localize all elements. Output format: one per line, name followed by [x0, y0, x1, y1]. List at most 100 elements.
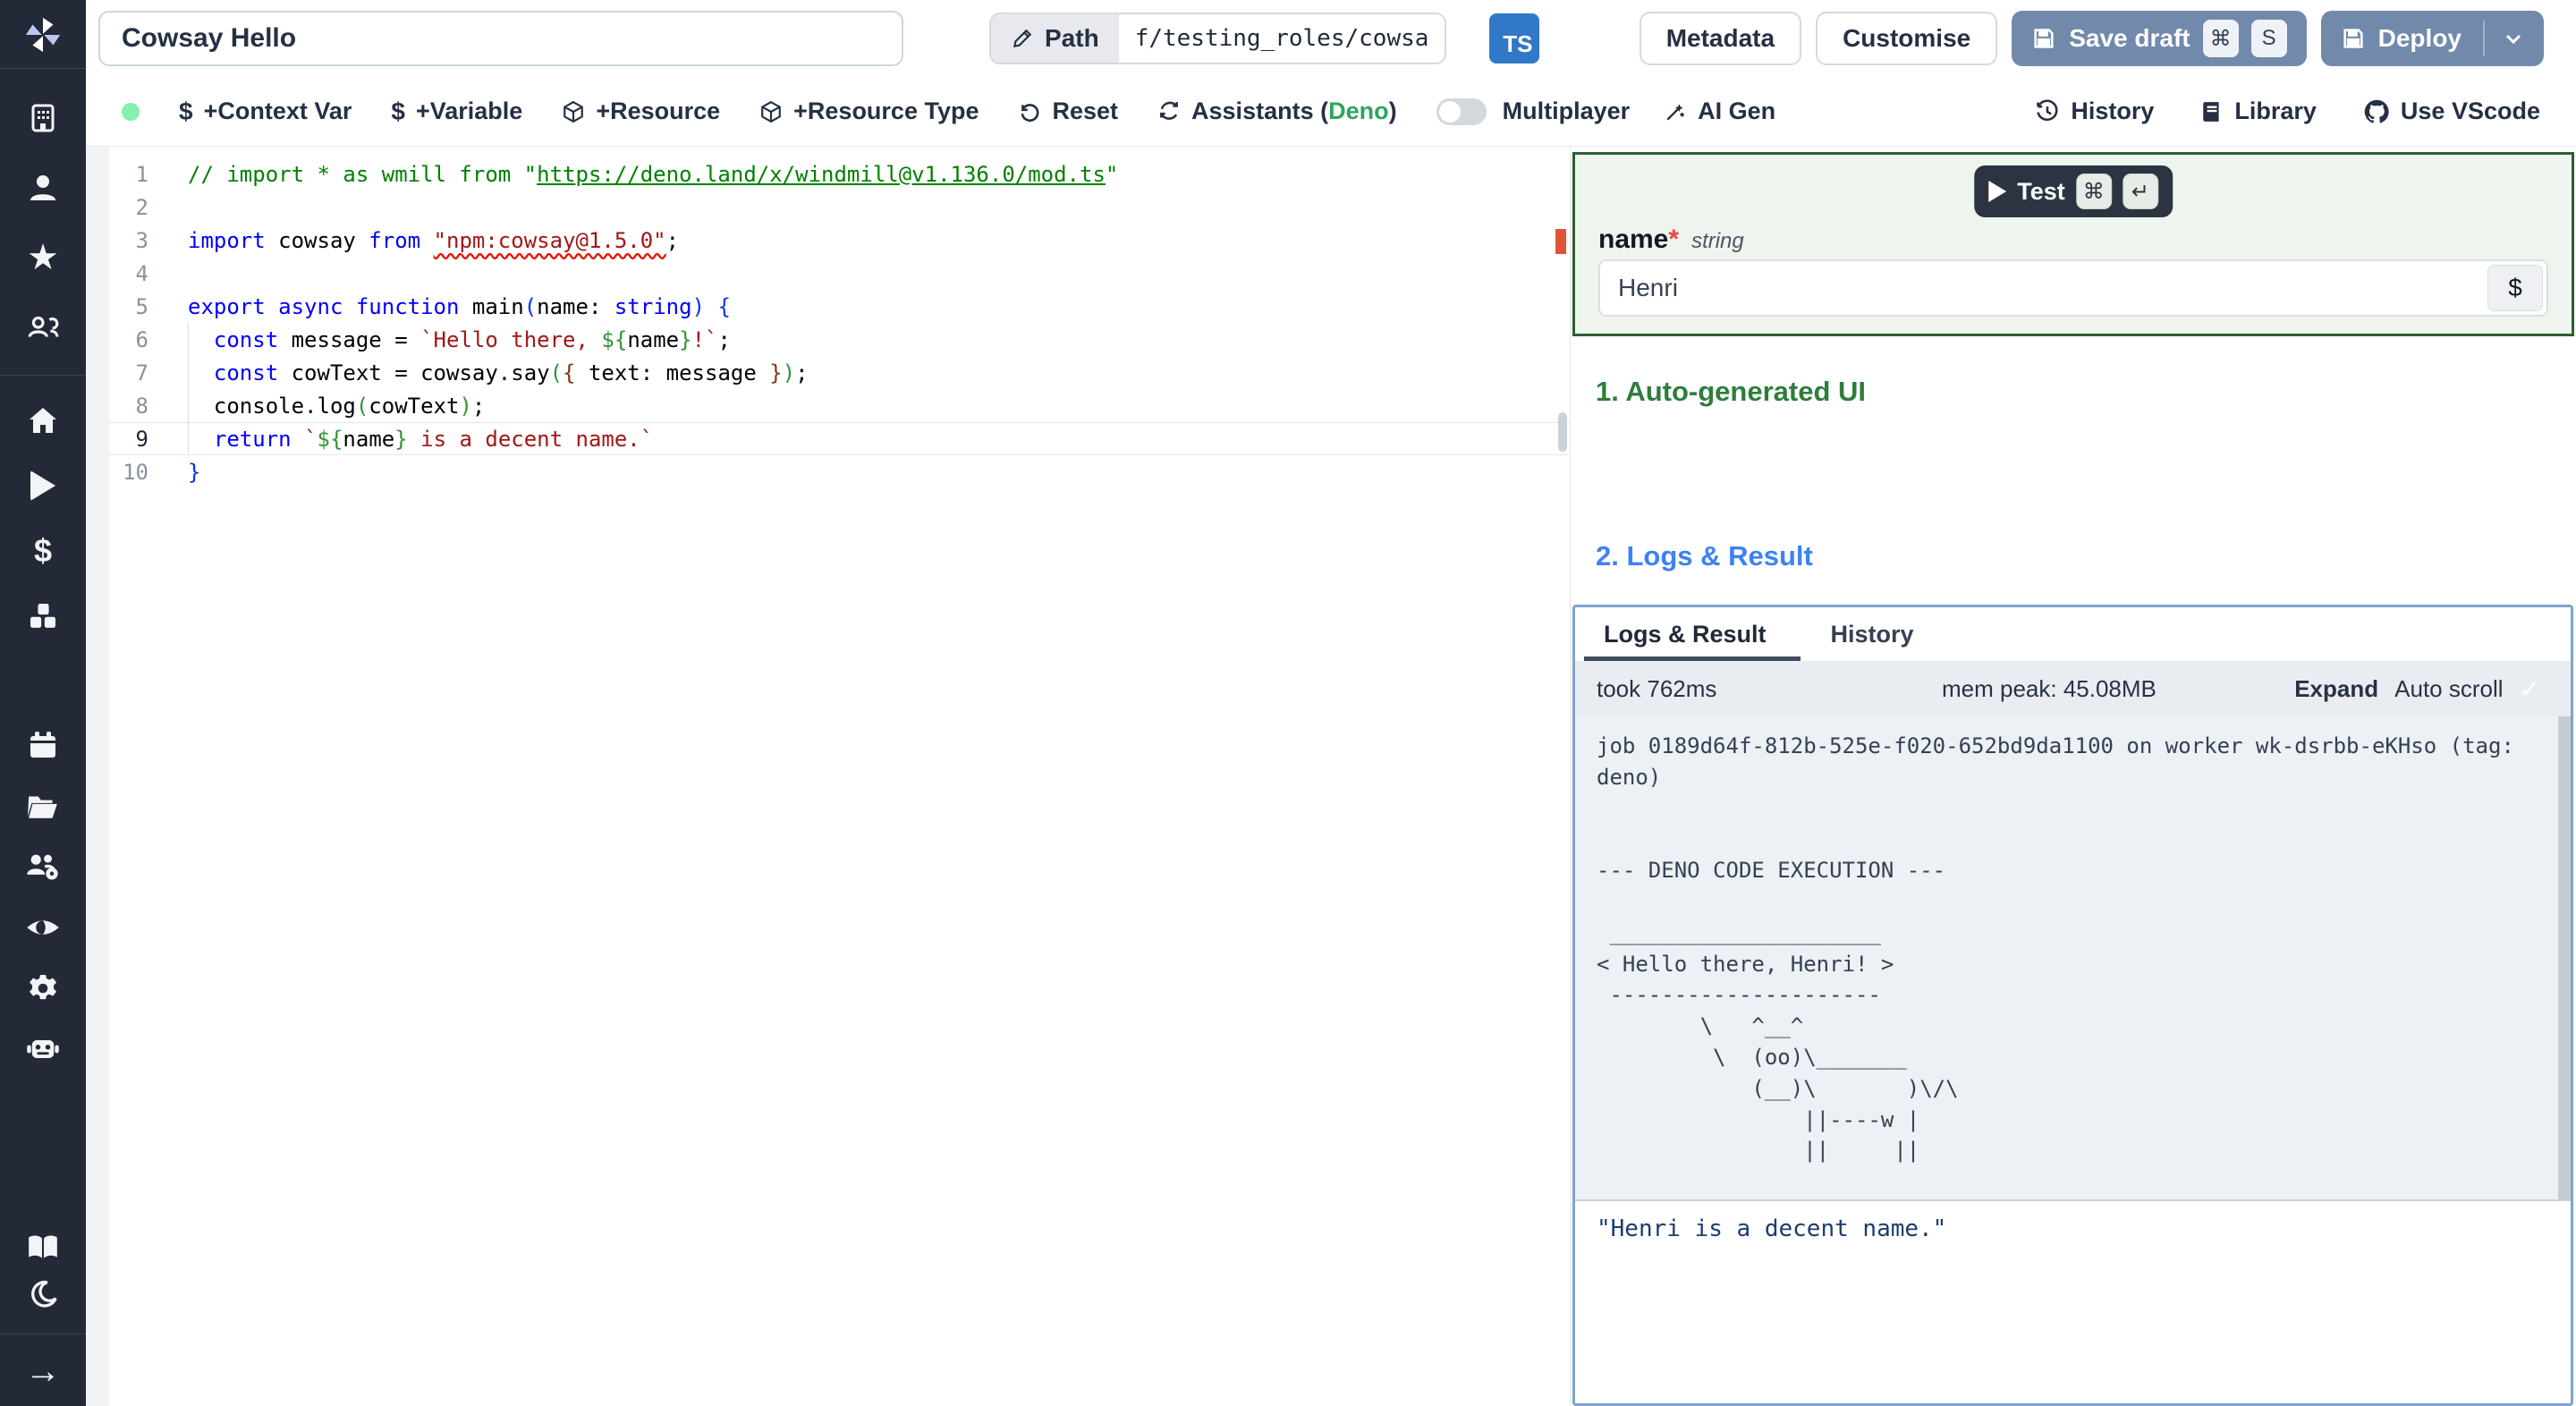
code-line[interactable]: 6 const message = `Hello there, ${name}!…: [109, 323, 1570, 356]
sidebar-group-workspace: ★: [0, 69, 86, 348]
docs-icon[interactable]: [0, 1226, 86, 1267]
audit-logs-icon[interactable]: [0, 907, 86, 948]
ai-gen-button[interactable]: AI Gen: [1664, 97, 1775, 125]
deploy-split-divider: [2483, 21, 2485, 56]
code-text: import cowsay from "npm:cowsay@1.5.0";: [188, 227, 680, 253]
script-title-input[interactable]: [98, 11, 903, 66]
code-text: const message = `Hello there, ${name}!`;: [213, 326, 731, 352]
enter-key: ↵: [2122, 174, 2158, 209]
topbar-actions: Metadata Customise Save draft ⌘ S Deploy: [1639, 11, 2544, 66]
line-number: 8: [135, 393, 148, 419]
customise-button[interactable]: Customise: [1816, 12, 1998, 65]
user-icon[interactable]: [0, 167, 86, 208]
name-input[interactable]: [1600, 261, 2484, 315]
line-number: 1: [135, 161, 148, 187]
app: ★ $ → Cowsay Hello Path f/testing_roles/…: [0, 0, 2576, 1406]
code-text: return `${name} is a decent name.`: [213, 426, 654, 452]
workers-icon[interactable]: [0, 1029, 86, 1070]
code-line[interactable]: 5 export async function main(name: string…: [109, 290, 1570, 323]
logs-body[interactable]: job 0189d64f-812b-525e-f020-652bd9da1100…: [1575, 716, 2571, 1199]
code-line[interactable]: 3 import cowsay from "npm:cowsay@1.5.0";: [109, 224, 1570, 257]
dark-mode-icon[interactable]: [0, 1275, 86, 1316]
play-icon: [1988, 181, 2007, 202]
expand-button[interactable]: Expand: [2294, 675, 2378, 703]
windmill-logo-icon[interactable]: [0, 14, 86, 55]
building-icon[interactable]: [0, 97, 86, 139]
resources-icon[interactable]: [0, 596, 86, 637]
add-context-var-button[interactable]: $ +Context Var: [179, 97, 352, 126]
library-button[interactable]: Library: [2200, 97, 2317, 125]
insert-variable-button[interactable]: $: [2487, 265, 2543, 311]
code-editor[interactable]: 1 // import * as wmill from "https://deno…: [86, 147, 1570, 1406]
typescript-badge: TS: [1489, 13, 1540, 64]
save-icon: [2034, 29, 2054, 48]
variables-icon[interactable]: $: [0, 530, 86, 572]
metadata-button[interactable]: Metadata: [1639, 12, 1802, 65]
groups-icon[interactable]: [0, 846, 86, 887]
history-icon: [2037, 99, 2058, 121]
code-line[interactable]: 8 console.log(cowText);: [109, 389, 1570, 422]
name-field: $: [1598, 259, 2548, 317]
package-icon: [564, 100, 584, 123]
multiplayer-toggle-group: Multiplayer: [1436, 97, 1630, 125]
tab-history[interactable]: History: [1824, 607, 1921, 661]
reset-icon: [1021, 103, 1039, 122]
reset-button[interactable]: Reset: [1018, 97, 1118, 125]
star-icon[interactable]: ★: [0, 237, 86, 278]
toolbar-right: History Library Use VScode: [2035, 97, 2540, 125]
add-resource-type-button[interactable]: +Resource Type: [759, 97, 979, 125]
assistants-button[interactable]: Assistants (Deno): [1157, 97, 1397, 125]
preview-panel: Test ⌘ ↵ name* string $ 1. Auto-generate…: [1570, 147, 2576, 1406]
deploy-button[interactable]: Deploy: [2320, 11, 2544, 66]
home-icon[interactable]: [0, 400, 86, 441]
github-icon: [2364, 99, 2389, 123]
code-line[interactable]: 1 // import * as wmill from "https://deno…: [109, 157, 1570, 191]
tab-logs-result[interactable]: Logs & Result: [1584, 607, 1800, 661]
folders-icon[interactable]: [0, 785, 86, 826]
code-text: console.log(cowText);: [188, 393, 486, 419]
runs-icon[interactable]: [0, 465, 86, 506]
cmd-key: ⌘: [2075, 174, 2112, 209]
code-line[interactable]: 9 return `${name} is a decent name.`: [109, 422, 1570, 455]
toggle-knob: [1438, 100, 1461, 123]
code-text: }: [188, 459, 201, 485]
history-button[interactable]: History: [2035, 97, 2154, 125]
code-lines[interactable]: 1 // import * as wmill from "https://deno…: [109, 157, 1570, 488]
path-button[interactable]: Path f/testing_roles/cowsa: [989, 13, 1447, 64]
logs-header: took 762ms mem peak: 45.08MB Expand Auto…: [1575, 661, 2571, 716]
chevron-down-icon[interactable]: [2503, 28, 2524, 49]
topbar: Path f/testing_roles/cowsa TS Metadata C…: [86, 0, 2576, 77]
code-line[interactable]: 7 const cowText = cowsay.say({ text: mes…: [109, 356, 1570, 389]
refresh-icon: [1160, 101, 1178, 120]
code-text: export async function main(name: string)…: [188, 293, 731, 319]
mem-peak-label: mem peak: 45.08MB: [1942, 674, 2157, 702]
line-number: 9: [135, 426, 148, 452]
test-button[interactable]: Test ⌘ ↵: [1974, 165, 2173, 217]
add-resource-button[interactable]: +Resource: [562, 97, 720, 125]
sidebar: ★ $ →: [0, 0, 86, 1406]
line-number: 2: [135, 194, 148, 220]
code-line[interactable]: 4: [109, 257, 1570, 290]
add-variable-button[interactable]: $ +Variable: [391, 97, 522, 126]
code-text: // import * as wmill from "https://deno.…: [188, 161, 1119, 187]
cmd-key: ⌘: [2202, 20, 2239, 57]
save-draft-button[interactable]: Save draft ⌘ S: [2012, 11, 2307, 66]
editor-scrollbar-thumb[interactable]: [1558, 412, 1567, 452]
code-line[interactable]: 2: [109, 191, 1570, 224]
save-icon: [2343, 29, 2363, 48]
line-number: 3: [135, 227, 148, 253]
settings-icon[interactable]: [0, 968, 86, 1009]
use-vscode-button[interactable]: Use VScode: [2363, 97, 2540, 125]
community-icon[interactable]: [0, 307, 86, 348]
multiplayer-toggle[interactable]: [1436, 97, 1487, 125]
collapse-sidebar-icon[interactable]: →: [0, 1351, 86, 1392]
logs-scrollbar[interactable]: [2558, 716, 2571, 1199]
schedules-icon[interactable]: [0, 724, 86, 766]
package-icon: [761, 100, 781, 123]
main-column: Path f/testing_roles/cowsa TS Metadata C…: [86, 0, 2576, 1406]
code-line[interactable]: 10}: [109, 455, 1570, 488]
autoscroll-toggle[interactable]: Auto scroll: [2394, 675, 2503, 703]
result-body: "Henri is a decent name.": [1575, 1201, 2571, 1403]
path-label[interactable]: Path: [991, 14, 1119, 63]
path-value[interactable]: f/testing_roles/cowsa: [1118, 14, 1445, 63]
